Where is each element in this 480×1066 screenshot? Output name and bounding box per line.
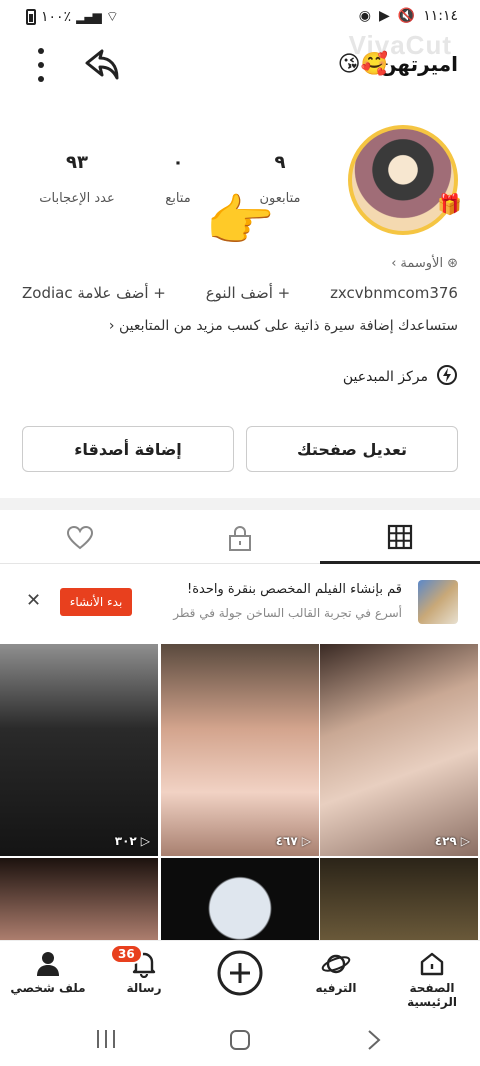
- play-notification-icon: ▶: [378, 8, 390, 24]
- plus-icon: [217, 950, 263, 996]
- nav-entertainment[interactable]: الترفيه: [288, 947, 384, 995]
- add-type-tag[interactable]: + أضف النوع: [206, 284, 291, 302]
- video-thumbnail[interactable]: [320, 858, 478, 942]
- lock-icon: [229, 526, 251, 551]
- creator-center-icon: [436, 364, 458, 390]
- video-thumbnail[interactable]: ٣٠٢ ▷: [0, 644, 158, 856]
- promo-title: قم بإنشاء الفيلم المخصص بنقرة واحدة!: [187, 582, 402, 597]
- content-tabs: [0, 512, 480, 564]
- play-icon: ▷: [301, 834, 311, 848]
- status-bar: ١٠٠٪ ▂▄▆ ⌔ ◉ ▶ 🔇 ١١:١٤: [0, 0, 480, 34]
- video-thumbnail[interactable]: ٤٦٧ ▷: [161, 644, 319, 856]
- start-create-button[interactable]: بدء الأنشاء: [60, 588, 132, 616]
- status-left: ١٠٠٪ ▂▄▆ ⌔: [26, 8, 119, 26]
- avatar[interactable]: [348, 125, 458, 235]
- chevron-right-icon: ›: [391, 256, 397, 271]
- share-icon[interactable]: [84, 48, 120, 86]
- nav-profile-label: ملف شخصي: [10, 981, 86, 995]
- add-bio-hint[interactable]: ستساعدك إضافة سيرة ذاتية على كسب مزيد من…: [109, 318, 458, 334]
- likes-count: ٩٣: [66, 152, 88, 173]
- promo-thumbnail: [418, 580, 458, 624]
- video-thumbnail[interactable]: ٤٢٩ ▷: [320, 644, 478, 856]
- nav-entertainment-label: الترفيه: [315, 981, 357, 995]
- chevron-left-icon: ‹: [108, 318, 115, 334]
- nav-home-label: الصفحة الرئيسية: [407, 981, 457, 1009]
- tab-videos[interactable]: [320, 512, 480, 564]
- creator-center-link[interactable]: مركز المبدعين: [343, 364, 458, 390]
- home-system-icon[interactable]: [228, 1028, 252, 1056]
- battery-level: ١٠٠٪: [41, 9, 72, 25]
- close-icon[interactable]: ✕: [26, 590, 41, 611]
- bottom-navigation: الصفحة الرئيسية الترفيه رسالة ملف شخصي: [0, 940, 480, 1012]
- honors-icon: ⊛: [447, 256, 458, 271]
- stat-likes: ٩٣ عدد الإعجابات: [22, 152, 132, 206]
- video-grid: ٤٢٩ ▷ ٤٦٧ ▷ ٣٠٢ ▷: [0, 644, 480, 942]
- view-count: ٤٢٩ ▷: [434, 834, 470, 848]
- promo-subtitle: أسرع في تجربة القالب الساخن جولة في قطر: [173, 606, 402, 620]
- back-system-icon[interactable]: [364, 1028, 384, 1056]
- home-icon: [420, 952, 444, 976]
- heart-icon: [66, 525, 94, 550]
- create-button[interactable]: [192, 945, 288, 1001]
- profile-handle: zxcvbnmcom376: [330, 284, 458, 302]
- tab-private[interactable]: [160, 512, 320, 564]
- person-icon: [37, 952, 59, 976]
- honors-link[interactable]: ⊛ الأوسمة ›: [391, 256, 458, 271]
- nav-messages-label: رسالة: [126, 981, 162, 995]
- template-promo-banner[interactable]: قم بإنشاء الفيلم المخصص بنقرة واحدة! أسر…: [0, 566, 480, 638]
- wifi-icon: ⌔: [105, 9, 119, 25]
- clock: ١١:١٤: [423, 8, 458, 24]
- notification-badge: 36: [110, 944, 143, 964]
- honors-label: الأوسمة: [400, 256, 444, 271]
- likes-label: عدد الإعجابات: [39, 191, 115, 206]
- mute-icon: 🔇: [397, 8, 416, 24]
- video-thumbnail[interactable]: [0, 858, 158, 942]
- view-count: ٤٦٧ ▷: [275, 834, 311, 848]
- username-emojis: 😘🥰: [337, 52, 388, 77]
- add-zodiac-tag[interactable]: + أضف علامة Zodiac: [22, 284, 166, 302]
- more-menu-icon[interactable]: [30, 48, 52, 82]
- bio-hint-text: ستساعدك إضافة سيرة ذاتية على كسب مزيد من…: [118, 318, 458, 334]
- recent-apps-icon[interactable]: [94, 1028, 118, 1054]
- system-navigation-bar: [0, 1012, 480, 1066]
- battery-icon: [26, 9, 36, 25]
- tab-liked[interactable]: [0, 512, 160, 564]
- edit-profile-button[interactable]: تعديل صفحتك: [246, 426, 458, 472]
- avatar-frame-decoration: 🎁: [437, 192, 462, 216]
- signal-icon: ▂▄▆: [76, 10, 102, 24]
- add-friends-button[interactable]: إضافة أصدقاء: [22, 426, 234, 472]
- nav-profile[interactable]: ملف شخصي: [0, 947, 96, 995]
- app-notification-icon: ◉: [358, 8, 371, 24]
- profile-info-row: + أضف علامة Zodiac + أضف النوع zxcvbnmco…: [22, 282, 458, 304]
- status-right: ◉ ▶ 🔇 ١١:١٤: [359, 8, 458, 24]
- nav-home[interactable]: الصفحة الرئيسية: [384, 947, 480, 1009]
- creator-center-label: مركز المبدعين: [342, 369, 428, 385]
- planet-icon: [321, 954, 351, 974]
- view-count: ٣٠٢ ▷: [114, 834, 150, 848]
- play-icon: ▷: [140, 834, 150, 848]
- section-divider: [0, 498, 480, 510]
- play-icon: ▷: [460, 834, 470, 848]
- following-count: ٠: [172, 152, 184, 173]
- profile-username: اميرتهن: [379, 52, 458, 76]
- video-thumbnail[interactable]: [161, 858, 319, 942]
- grid-icon: [387, 524, 413, 549]
- followers-count: ٩: [274, 152, 286, 173]
- pointing-hand-emoji: 👉: [205, 189, 275, 254]
